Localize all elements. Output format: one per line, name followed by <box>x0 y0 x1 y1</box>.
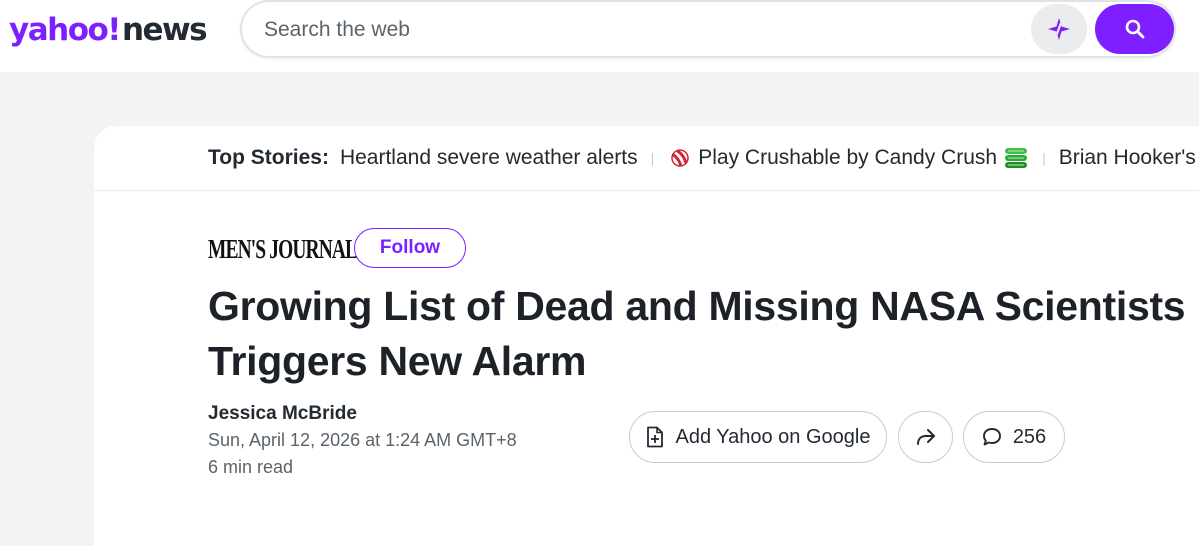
search-bar <box>240 0 1176 58</box>
divider: | <box>650 150 655 166</box>
add-google-label: Add Yahoo on Google <box>675 425 871 448</box>
add-yahoo-on-google-button[interactable]: Add Yahoo on Google <box>629 411 887 463</box>
article-headline: Growing List of Dead and Missing NASA Sc… <box>208 283 1186 384</box>
publisher-logo[interactable]: MEN'S JOURNAL <box>208 233 358 265</box>
top-story-link[interactable]: Heartland severe weather alerts <box>340 145 638 171</box>
comments-count: 256 <box>1012 425 1047 448</box>
author-name[interactable]: Jessica McBride <box>208 403 357 425</box>
top-stories-label: Top Stories: <box>208 146 329 169</box>
read-time: 6 min read <box>208 457 294 477</box>
logo-brand: yahoo! <box>9 12 121 48</box>
candy-icon <box>671 149 689 167</box>
search-icon <box>1125 19 1144 39</box>
top-story-text: Play Crushable by Candy Crush <box>698 146 998 169</box>
comments-button[interactable]: 256 <box>963 411 1065 463</box>
top-stories-bar: Top Stories: Heartland severe weather al… <box>94 126 1199 191</box>
divider: | <box>1042 150 1046 166</box>
publish-date: Sun, April 12, 2026 at 1:24 AM GMT+8 <box>208 430 517 450</box>
share-icon <box>916 429 935 445</box>
top-header: yahoo!news <box>0 0 1199 72</box>
search-input[interactable] <box>262 14 1006 46</box>
share-button[interactable] <box>898 411 953 463</box>
ai-assistant-button[interactable] <box>1031 4 1087 54</box>
logo-section: news <box>121 12 208 48</box>
top-story-link[interactable]: Brian Hooker's <box>1059 145 1196 171</box>
game-stack-icon <box>1005 148 1028 168</box>
comment-icon <box>982 428 1001 446</box>
follow-button[interactable]: Follow <box>354 228 466 268</box>
add-document-icon <box>646 426 663 448</box>
top-story-link[interactable]: Play Crushable by Candy Crush <box>667 145 1029 171</box>
search-button[interactable] <box>1095 4 1174 54</box>
yahoo-news-logo[interactable]: yahoo!news <box>9 10 208 50</box>
sparkle-icon <box>1048 18 1070 40</box>
article-card: Top Stories: Heartland severe weather al… <box>94 126 1199 546</box>
